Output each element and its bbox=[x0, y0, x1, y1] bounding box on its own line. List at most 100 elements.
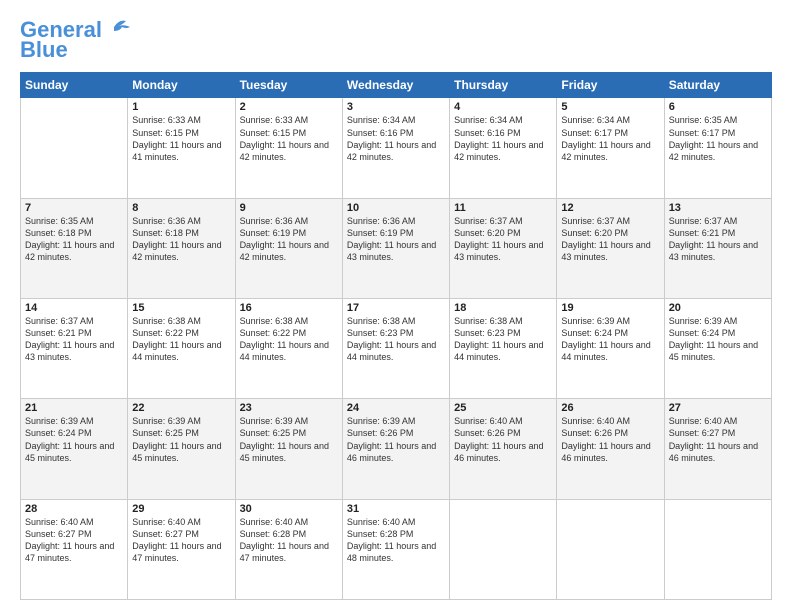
calendar-cell: 13 Sunrise: 6:37 AMSunset: 6:21 PMDaylig… bbox=[664, 198, 771, 298]
day-number: 1 bbox=[132, 101, 230, 113]
day-info: Sunrise: 6:38 AMSunset: 6:22 PMDaylight:… bbox=[132, 315, 230, 364]
day-number: 15 bbox=[132, 302, 230, 314]
logo: General Blue bbox=[20, 18, 134, 62]
calendar-cell: 2 Sunrise: 6:33 AMSunset: 6:15 PMDayligh… bbox=[235, 98, 342, 198]
day-info: Sunrise: 6:36 AMSunset: 6:19 PMDaylight:… bbox=[347, 215, 445, 264]
weekday-header-tuesday: Tuesday bbox=[235, 73, 342, 98]
calendar-cell: 14 Sunrise: 6:37 AMSunset: 6:21 PMDaylig… bbox=[21, 299, 128, 399]
day-number: 17 bbox=[347, 302, 445, 314]
day-info: Sunrise: 6:39 AMSunset: 6:25 PMDaylight:… bbox=[240, 415, 338, 464]
calendar-cell: 8 Sunrise: 6:36 AMSunset: 6:18 PMDayligh… bbox=[128, 198, 235, 298]
calendar-week-4: 21 Sunrise: 6:39 AMSunset: 6:24 PMDaylig… bbox=[21, 399, 772, 499]
day-info: Sunrise: 6:33 AMSunset: 6:15 PMDaylight:… bbox=[132, 114, 230, 163]
calendar-cell: 12 Sunrise: 6:37 AMSunset: 6:20 PMDaylig… bbox=[557, 198, 664, 298]
day-number: 9 bbox=[240, 202, 338, 214]
calendar-cell: 31 Sunrise: 6:40 AMSunset: 6:28 PMDaylig… bbox=[342, 499, 449, 599]
calendar-cell: 16 Sunrise: 6:38 AMSunset: 6:22 PMDaylig… bbox=[235, 299, 342, 399]
weekday-header-friday: Friday bbox=[557, 73, 664, 98]
day-number: 21 bbox=[25, 402, 123, 414]
day-info: Sunrise: 6:33 AMSunset: 6:15 PMDaylight:… bbox=[240, 114, 338, 163]
day-number: 29 bbox=[132, 503, 230, 515]
day-info: Sunrise: 6:38 AMSunset: 6:22 PMDaylight:… bbox=[240, 315, 338, 364]
day-info: Sunrise: 6:40 AMSunset: 6:27 PMDaylight:… bbox=[669, 415, 767, 464]
day-info: Sunrise: 6:40 AMSunset: 6:28 PMDaylight:… bbox=[347, 516, 445, 565]
calendar-cell: 9 Sunrise: 6:36 AMSunset: 6:19 PMDayligh… bbox=[235, 198, 342, 298]
calendar-cell: 25 Sunrise: 6:40 AMSunset: 6:26 PMDaylig… bbox=[450, 399, 557, 499]
bird-icon bbox=[104, 17, 134, 39]
day-number: 23 bbox=[240, 402, 338, 414]
day-info: Sunrise: 6:38 AMSunset: 6:23 PMDaylight:… bbox=[454, 315, 552, 364]
day-info: Sunrise: 6:39 AMSunset: 6:24 PMDaylight:… bbox=[669, 315, 767, 364]
page: General Blue SundayMondayTuesdayWednesda… bbox=[0, 0, 792, 612]
day-info: Sunrise: 6:40 AMSunset: 6:27 PMDaylight:… bbox=[25, 516, 123, 565]
day-number: 10 bbox=[347, 202, 445, 214]
calendar-cell: 21 Sunrise: 6:39 AMSunset: 6:24 PMDaylig… bbox=[21, 399, 128, 499]
day-number: 28 bbox=[25, 503, 123, 515]
calendar-cell bbox=[557, 499, 664, 599]
header: General Blue bbox=[20, 18, 772, 62]
calendar-cell: 5 Sunrise: 6:34 AMSunset: 6:17 PMDayligh… bbox=[557, 98, 664, 198]
calendar-cell: 28 Sunrise: 6:40 AMSunset: 6:27 PMDaylig… bbox=[21, 499, 128, 599]
day-number: 30 bbox=[240, 503, 338, 515]
calendar-cell: 3 Sunrise: 6:34 AMSunset: 6:16 PMDayligh… bbox=[342, 98, 449, 198]
day-info: Sunrise: 6:38 AMSunset: 6:23 PMDaylight:… bbox=[347, 315, 445, 364]
day-number: 25 bbox=[454, 402, 552, 414]
day-number: 18 bbox=[454, 302, 552, 314]
day-info: Sunrise: 6:39 AMSunset: 6:26 PMDaylight:… bbox=[347, 415, 445, 464]
day-info: Sunrise: 6:37 AMSunset: 6:21 PMDaylight:… bbox=[669, 215, 767, 264]
day-info: Sunrise: 6:34 AMSunset: 6:16 PMDaylight:… bbox=[454, 114, 552, 163]
calendar-cell: 15 Sunrise: 6:38 AMSunset: 6:22 PMDaylig… bbox=[128, 299, 235, 399]
weekday-header-thursday: Thursday bbox=[450, 73, 557, 98]
day-info: Sunrise: 6:35 AMSunset: 6:18 PMDaylight:… bbox=[25, 215, 123, 264]
day-number: 16 bbox=[240, 302, 338, 314]
day-info: Sunrise: 6:40 AMSunset: 6:26 PMDaylight:… bbox=[561, 415, 659, 464]
calendar-cell: 19 Sunrise: 6:39 AMSunset: 6:24 PMDaylig… bbox=[557, 299, 664, 399]
calendar-cell: 6 Sunrise: 6:35 AMSunset: 6:17 PMDayligh… bbox=[664, 98, 771, 198]
day-number: 24 bbox=[347, 402, 445, 414]
day-info: Sunrise: 6:40 AMSunset: 6:27 PMDaylight:… bbox=[132, 516, 230, 565]
day-info: Sunrise: 6:40 AMSunset: 6:28 PMDaylight:… bbox=[240, 516, 338, 565]
day-number: 31 bbox=[347, 503, 445, 515]
calendar-cell: 1 Sunrise: 6:33 AMSunset: 6:15 PMDayligh… bbox=[128, 98, 235, 198]
day-number: 3 bbox=[347, 101, 445, 113]
calendar-week-1: 1 Sunrise: 6:33 AMSunset: 6:15 PMDayligh… bbox=[21, 98, 772, 198]
day-info: Sunrise: 6:39 AMSunset: 6:24 PMDaylight:… bbox=[25, 415, 123, 464]
calendar-cell: 10 Sunrise: 6:36 AMSunset: 6:19 PMDaylig… bbox=[342, 198, 449, 298]
calendar-cell: 18 Sunrise: 6:38 AMSunset: 6:23 PMDaylig… bbox=[450, 299, 557, 399]
calendar-cell bbox=[450, 499, 557, 599]
day-number: 13 bbox=[669, 202, 767, 214]
day-number: 14 bbox=[25, 302, 123, 314]
day-number: 27 bbox=[669, 402, 767, 414]
day-number: 4 bbox=[454, 101, 552, 113]
day-info: Sunrise: 6:39 AMSunset: 6:25 PMDaylight:… bbox=[132, 415, 230, 464]
day-number: 7 bbox=[25, 202, 123, 214]
day-number: 2 bbox=[240, 101, 338, 113]
day-number: 6 bbox=[669, 101, 767, 113]
day-info: Sunrise: 6:37 AMSunset: 6:20 PMDaylight:… bbox=[561, 215, 659, 264]
day-number: 22 bbox=[132, 402, 230, 414]
calendar-cell: 26 Sunrise: 6:40 AMSunset: 6:26 PMDaylig… bbox=[557, 399, 664, 499]
calendar-cell bbox=[21, 98, 128, 198]
day-number: 11 bbox=[454, 202, 552, 214]
calendar-cell: 30 Sunrise: 6:40 AMSunset: 6:28 PMDaylig… bbox=[235, 499, 342, 599]
day-info: Sunrise: 6:34 AMSunset: 6:17 PMDaylight:… bbox=[561, 114, 659, 163]
weekday-header-saturday: Saturday bbox=[664, 73, 771, 98]
weekday-header-row: SundayMondayTuesdayWednesdayThursdayFrid… bbox=[21, 73, 772, 98]
calendar-cell: 29 Sunrise: 6:40 AMSunset: 6:27 PMDaylig… bbox=[128, 499, 235, 599]
calendar-week-5: 28 Sunrise: 6:40 AMSunset: 6:27 PMDaylig… bbox=[21, 499, 772, 599]
day-info: Sunrise: 6:35 AMSunset: 6:17 PMDaylight:… bbox=[669, 114, 767, 163]
calendar-cell: 23 Sunrise: 6:39 AMSunset: 6:25 PMDaylig… bbox=[235, 399, 342, 499]
calendar-cell: 7 Sunrise: 6:35 AMSunset: 6:18 PMDayligh… bbox=[21, 198, 128, 298]
day-info: Sunrise: 6:34 AMSunset: 6:16 PMDaylight:… bbox=[347, 114, 445, 163]
day-info: Sunrise: 6:40 AMSunset: 6:26 PMDaylight:… bbox=[454, 415, 552, 464]
day-number: 5 bbox=[561, 101, 659, 113]
calendar-cell: 24 Sunrise: 6:39 AMSunset: 6:26 PMDaylig… bbox=[342, 399, 449, 499]
calendar-table: SundayMondayTuesdayWednesdayThursdayFrid… bbox=[20, 72, 772, 600]
day-number: 12 bbox=[561, 202, 659, 214]
weekday-header-sunday: Sunday bbox=[21, 73, 128, 98]
day-number: 8 bbox=[132, 202, 230, 214]
day-info: Sunrise: 6:36 AMSunset: 6:18 PMDaylight:… bbox=[132, 215, 230, 264]
day-number: 20 bbox=[669, 302, 767, 314]
calendar-cell bbox=[664, 499, 771, 599]
calendar-week-3: 14 Sunrise: 6:37 AMSunset: 6:21 PMDaylig… bbox=[21, 299, 772, 399]
